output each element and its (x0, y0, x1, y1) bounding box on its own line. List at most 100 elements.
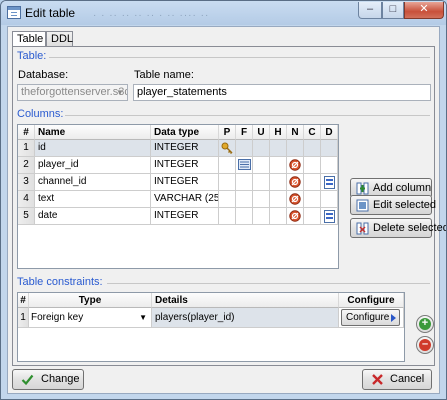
add-column-icon (356, 182, 369, 195)
chevron-down-icon: ▼ (116, 88, 124, 97)
column-flag-n[interactable] (287, 174, 304, 191)
column-flag-d[interactable] (321, 191, 338, 208)
column-flag-p[interactable] (219, 191, 236, 208)
configure-label: Configure (346, 312, 390, 323)
col-header-n: N (287, 125, 304, 140)
column-flag-p[interactable] (219, 174, 236, 191)
delete-column-icon (356, 222, 369, 235)
change-button[interactable]: Change (12, 369, 84, 390)
column-name: text (35, 191, 151, 208)
column-flag-n[interactable] (287, 157, 304, 174)
table-name-value: player_statements (137, 86, 227, 98)
table-section-divider (49, 57, 430, 58)
column-type: INTEGER (151, 174, 219, 191)
column-flag-d[interactable] (321, 140, 338, 157)
column-flag-d[interactable] (321, 208, 338, 225)
column-num: 3 (18, 174, 35, 191)
column-flag-d[interactable] (321, 174, 338, 191)
column-flag-n[interactable] (287, 191, 304, 208)
col-header-num: # (18, 125, 35, 140)
columns-grid[interactable]: # Name Data type P F U H N C D 1 id INTEGE… (17, 124, 339, 269)
column-num: 1 (18, 140, 35, 157)
column-flag-f[interactable] (236, 174, 253, 191)
columns-section-heading: Columns: (17, 108, 64, 120)
col-header-h: H (270, 125, 287, 140)
column-row[interactable]: 5 date INTEGER (18, 208, 338, 225)
window-title: Edit table (25, 6, 76, 20)
constraints-grid[interactable]: # Type Details Configure 1 Foreign key ▼… (17, 292, 405, 362)
column-flag-n[interactable] (287, 208, 304, 225)
tab-ddl[interactable]: DDL (46, 31, 73, 47)
col-header-f: F (236, 125, 253, 140)
remove-constraint-button[interactable]: – (416, 336, 434, 354)
column-flag-u[interactable] (253, 208, 270, 225)
column-flag-d[interactable] (321, 157, 338, 174)
column-num: 5 (18, 208, 35, 225)
con-header-details: Details (152, 293, 339, 308)
maximize-button[interactable]: □ (382, 2, 404, 19)
column-flag-f[interactable] (236, 157, 253, 174)
column-type: INTEGER (151, 157, 219, 174)
column-flag-h[interactable] (270, 208, 287, 225)
table-name-field[interactable]: player_statements (133, 84, 431, 101)
column-flag-u[interactable] (253, 174, 270, 191)
database-label: Database: (18, 69, 69, 81)
close-button[interactable]: ✕ (404, 2, 444, 19)
column-num: 4 (18, 191, 35, 208)
add-constraint-button[interactable]: + (416, 315, 434, 333)
column-name: id (35, 140, 151, 157)
column-flag-u[interactable] (253, 140, 270, 157)
minus-icon: – (419, 339, 431, 351)
column-flag-h[interactable] (270, 157, 287, 174)
cancel-x-icon (372, 374, 383, 385)
col-header-d: D (321, 125, 338, 140)
col-header-name: Name (35, 125, 151, 140)
column-flag-c[interactable] (304, 208, 321, 225)
col-header-c: C (304, 125, 321, 140)
cancel-button[interactable]: Cancel (362, 369, 432, 390)
configure-button[interactable]: Configure (341, 309, 400, 326)
not-null-icon (289, 176, 301, 190)
column-flag-n[interactable] (287, 140, 304, 157)
column-flag-p[interactable] (219, 140, 236, 157)
edit-selected-button[interactable]: Edit selected (350, 195, 436, 215)
default-icon (323, 176, 335, 190)
column-row[interactable]: 4textVARCHAR (255) (18, 191, 338, 208)
delete-selected-button[interactable]: Delete selected (350, 218, 446, 238)
column-type: INTEGER (151, 208, 219, 225)
column-row[interactable]: 2 player_id INTEGER (18, 157, 338, 174)
column-flag-f[interactable] (236, 140, 253, 157)
checkmark-icon (21, 374, 34, 386)
column-flag-c[interactable] (304, 140, 321, 157)
constraint-row[interactable]: 1 Foreign key ▼ players(player_id) Confi… (18, 308, 404, 328)
column-flag-c[interactable] (304, 157, 321, 174)
column-flag-p[interactable] (219, 208, 236, 225)
edit-selected-label: Edit selected (373, 199, 436, 211)
constraint-row-num: 1 (18, 308, 29, 328)
change-label: Change (41, 373, 80, 385)
default-icon (323, 210, 335, 224)
column-row[interactable]: 1 id INTEGER (18, 140, 338, 157)
edit-column-icon (356, 199, 369, 212)
column-flag-h[interactable] (270, 140, 287, 157)
constraint-type-combo[interactable]: Foreign key ▼ (29, 308, 152, 328)
column-flag-c[interactable] (304, 191, 321, 208)
column-row[interactable]: 3 channel_id INTEGER (18, 174, 338, 191)
col-header-u: U (253, 125, 270, 140)
plus-icon: + (419, 318, 431, 330)
key-icon (221, 142, 234, 156)
column-flag-h[interactable] (270, 191, 287, 208)
column-flag-h[interactable] (270, 174, 287, 191)
column-flag-p[interactable] (219, 157, 236, 174)
column-flag-u[interactable] (253, 191, 270, 208)
column-flag-f[interactable] (236, 191, 253, 208)
minimize-button[interactable]: – (358, 2, 382, 19)
columns-section-divider (65, 115, 430, 116)
column-flag-u[interactable] (253, 157, 270, 174)
table-icon (7, 6, 21, 19)
title-bar[interactable]: Edit table · · ·· ·· ·· ·· · ·· ···· ·· … (1, 1, 446, 25)
column-flag-c[interactable] (304, 174, 321, 191)
table-tab-panel: Table: Database: theforgottenserver.s3d … (12, 46, 446, 366)
title-bar-faded-text: · · ·· ·· ·· ·· · ·· ···· ·· (93, 10, 210, 21)
column-flag-f[interactable] (236, 208, 253, 225)
